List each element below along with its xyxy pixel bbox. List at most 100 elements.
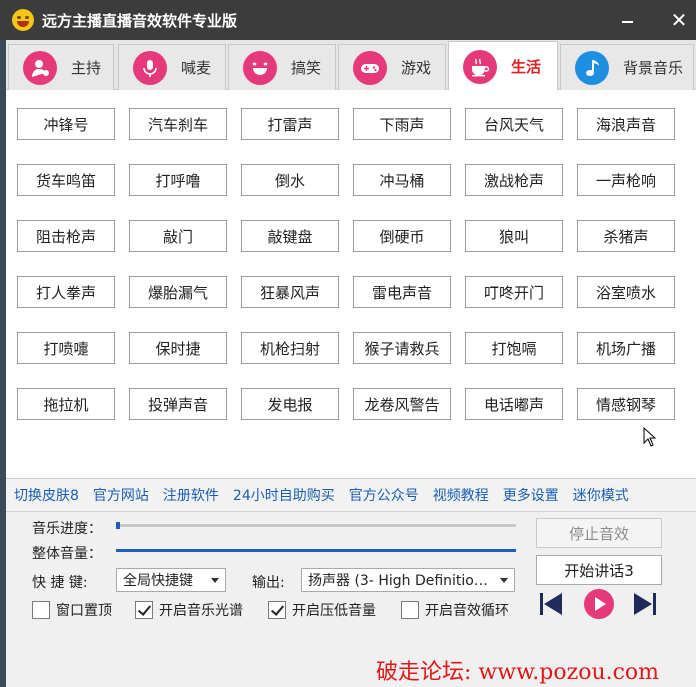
sound-effect-button[interactable]: 敲门 — [129, 220, 227, 252]
title-bar: 远方主播直播音效软件专业版 ✕ — [0, 0, 696, 40]
sound-effect-button[interactable]: 打喷嚏 — [17, 332, 115, 364]
tab-life[interactable]: 生活 — [448, 41, 558, 91]
sound-effect-button[interactable]: 情感钢琴 — [577, 388, 675, 420]
start-talk-button[interactable]: 开始讲话3 — [536, 555, 662, 585]
window-title: 远方主播直播音效软件专业版 — [42, 11, 238, 30]
hotkey-select[interactable]: 全局快捷键 — [116, 568, 226, 592]
tab-label: 生活 — [511, 58, 542, 76]
sound-effect-button[interactable]: 打呼噜 — [129, 164, 227, 196]
close-button[interactable]: ✕ — [662, 6, 696, 34]
official-account-link[interactable]: 官方公众号 — [349, 485, 419, 505]
tab-label: 喊麦 — [181, 59, 212, 77]
sound-effect-button[interactable]: 冲马桶 — [353, 164, 451, 196]
laughing-face-icon — [243, 50, 277, 85]
tab-label: 游戏 — [401, 59, 432, 77]
sound-effect-button[interactable]: 龙卷风警告 — [353, 388, 451, 420]
watermark-text: 破走论坛: www.pozou.com — [376, 660, 660, 685]
sound-effect-button[interactable]: 拖拉机 — [17, 388, 115, 420]
mini-mode-link[interactable]: 迷你模式 — [573, 485, 629, 505]
sound-effect-button[interactable]: 雷电声音 — [353, 276, 451, 308]
minimize-icon — [621, 21, 633, 23]
sound-effect-button[interactable]: 叮咚开门 — [465, 276, 563, 308]
output-device-value: 扬声器 (3- High Definition Audio) — [308, 573, 488, 589]
sound-effect-button[interactable]: 下雨声 — [353, 108, 451, 140]
sound-effect-button[interactable]: 杀猪声 — [577, 220, 675, 252]
hotkey-label: 快 捷 键: — [32, 575, 88, 591]
tab-background-music[interactable]: 背景音乐 — [560, 44, 694, 90]
more-settings-link[interactable]: 更多设置 — [503, 485, 559, 505]
sound-effect-button[interactable]: 投弹声音 — [129, 388, 227, 420]
checkbox-box[interactable] — [401, 601, 419, 619]
sound-effect-button[interactable]: 电话嘟声 — [465, 388, 563, 420]
checkbox-box[interactable] — [32, 601, 50, 619]
sound-effect-button[interactable]: 机枪扫射 — [241, 332, 339, 364]
official-site-link[interactable]: 官方网站 — [93, 485, 149, 505]
music-progress-label: 音乐进度： — [32, 521, 102, 537]
switch-skin-link[interactable]: 切换皮肤8 — [14, 485, 79, 505]
chevron-down-icon — [500, 578, 508, 583]
self-purchase-link[interactable]: 24小时自助购买 — [233, 485, 335, 505]
play-button[interactable] — [583, 588, 615, 624]
sound-effect-button[interactable]: 猴子请救兵 — [353, 332, 451, 364]
sound-effect-button[interactable]: 激战枪声 — [465, 164, 563, 196]
music-spectrum-checkbox[interactable]: 开启音乐光谱 — [135, 600, 243, 620]
checkbox-label: 开启压低音量 — [292, 603, 376, 619]
hotkey-value: 全局快捷键 — [123, 573, 193, 589]
sound-effect-button[interactable]: 打饱嗝 — [465, 332, 563, 364]
register-link[interactable]: 注册软件 — [163, 485, 219, 505]
main-window: 主持 喊麦 搞笑 游戏 生活 背景音乐 冲锋号 汽车刹车 打雷声 下雨声 台风天… — [6, 40, 696, 687]
tab-label: 搞笑 — [291, 59, 322, 77]
sound-effect-button[interactable]: 敲键盘 — [241, 220, 339, 252]
sound-effect-button[interactable]: 阻击枪声 — [17, 220, 115, 252]
tab-games[interactable]: 游戏 — [338, 44, 446, 90]
checkbox-box[interactable] — [268, 601, 286, 619]
sound-effect-button[interactable]: 倒水 — [241, 164, 339, 196]
sound-effect-button[interactable]: 狂暴风声 — [241, 276, 339, 308]
volume-label: 整体音量： — [32, 546, 102, 562]
chevron-down-icon — [211, 578, 219, 583]
app-logo-icon — [12, 9, 34, 31]
sound-effect-button[interactable]: 保时捷 — [129, 332, 227, 364]
tab-funny[interactable]: 搞笑 — [228, 44, 336, 90]
duck-volume-checkbox[interactable]: 开启压低音量 — [268, 600, 376, 620]
play-icon — [584, 589, 614, 619]
coffee-cup-icon — [463, 49, 497, 84]
tab-label: 背景音乐 — [623, 59, 684, 77]
sound-effect-button[interactable]: 倒硬币 — [353, 220, 451, 252]
sound-effect-button[interactable]: 打人拳声 — [17, 276, 115, 308]
link-bar: 切换皮肤8 官方网站 注册软件 24小时自助购买 官方公众号 视频教程 更多设置… — [6, 478, 696, 512]
output-device-select[interactable]: 扬声器 (3- High Definition Audio) — [301, 568, 515, 592]
sound-effect-button[interactable]: 一声枪响 — [577, 164, 675, 196]
video-tutorial-link[interactable]: 视频教程 — [433, 485, 489, 505]
music-progress-knob[interactable] — [116, 522, 120, 529]
sound-effect-button[interactable]: 发电报 — [241, 388, 339, 420]
gamepad-icon — [353, 50, 387, 85]
sound-effect-button[interactable]: 汽车刹车 — [129, 108, 227, 140]
sound-effect-button[interactable]: 冲锋号 — [17, 108, 115, 140]
checkbox-label: 开启音效循环 — [425, 603, 509, 619]
sound-effect-button[interactable]: 浴室喷水 — [577, 276, 675, 308]
sound-effect-button[interactable]: 狼叫 — [465, 220, 563, 252]
sound-effect-button[interactable]: 爆胎漏气 — [129, 276, 227, 308]
tab-shout-mic[interactable]: 喊麦 — [118, 44, 226, 90]
loop-effect-checkbox[interactable]: 开启音效循环 — [401, 600, 509, 620]
minimize-button[interactable] — [610, 6, 644, 34]
previous-icon — [540, 593, 562, 615]
sound-effect-button[interactable]: 海浪声音 — [577, 108, 675, 140]
sound-effect-button[interactable]: 货车鸣笛 — [17, 164, 115, 196]
checkbox-box[interactable] — [135, 601, 153, 619]
next-button[interactable] — [632, 591, 658, 621]
microphone-icon — [133, 50, 167, 85]
sound-effect-button[interactable]: 台风天气 — [465, 108, 563, 140]
tab-host[interactable]: 主持 — [8, 44, 114, 90]
music-progress-slider[interactable] — [116, 524, 516, 527]
tab-label: 主持 — [71, 59, 102, 77]
sound-effect-button[interactable]: 机场广播 — [577, 332, 675, 364]
stop-effect-button[interactable]: 停止音效 — [536, 518, 662, 548]
sound-effect-button[interactable]: 打雷声 — [241, 108, 339, 140]
next-icon — [634, 593, 656, 615]
always-on-top-checkbox[interactable]: 窗口置顶 — [32, 600, 112, 620]
previous-button[interactable] — [538, 591, 564, 621]
host-icon — [23, 50, 57, 85]
volume-slider-fill[interactable] — [116, 549, 516, 552]
